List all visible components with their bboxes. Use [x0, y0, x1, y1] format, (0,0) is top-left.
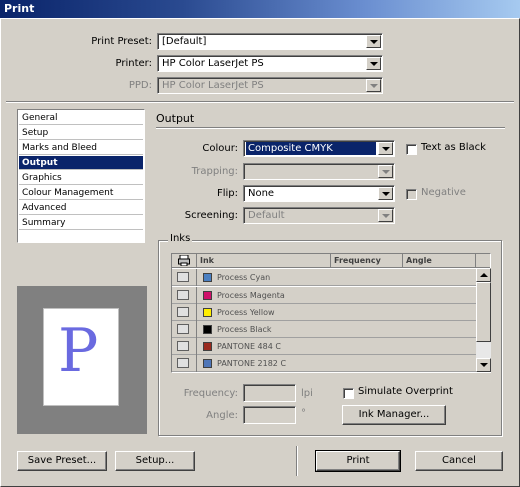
- printer-label: Printer:: [115, 58, 152, 69]
- printer-column-header: [172, 254, 197, 268]
- sidebar-item-graphics[interactable]: Graphics: [19, 171, 143, 185]
- preview-page: P: [43, 308, 119, 406]
- frequency-label: Frequency:: [183, 388, 238, 399]
- print-preset-value: [Default]: [162, 36, 207, 47]
- print-preset-label: Print Preset:: [91, 36, 152, 47]
- category-list[interactable]: General Setup Marks and Bleed Output Gra…: [17, 109, 145, 243]
- ink-row[interactable]: PANTONE 484 C: [172, 338, 476, 355]
- page-preview[interactable]: P: [17, 286, 147, 434]
- ppd-label: PPD:: [128, 80, 152, 91]
- screening-value: Default: [248, 210, 285, 221]
- screening-combo: Default: [243, 207, 395, 224]
- trapping-label: Trapping:: [191, 166, 238, 177]
- ink-swatch: [203, 325, 212, 334]
- ink-swatch: [203, 359, 212, 368]
- ink-row[interactable]: Process Yellow: [172, 304, 476, 321]
- ink-row[interactable]: Process Magenta: [172, 287, 476, 304]
- output-section-title: Output: [156, 112, 195, 125]
- printer-icon[interactable]: [177, 290, 189, 300]
- printer-icon[interactable]: [177, 341, 189, 351]
- scroll-up-icon[interactable]: [476, 268, 491, 282]
- footer-separator: [296, 446, 298, 476]
- ink-name: PANTONE 2182 C: [217, 359, 287, 368]
- chevron-down-icon[interactable]: [366, 35, 381, 48]
- printer-combo[interactable]: HP Color LaserJet PS: [157, 55, 383, 72]
- colour-combo[interactable]: Composite CMYK: [243, 140, 395, 157]
- printer-icon[interactable]: [177, 272, 189, 282]
- colour-label: Colour:: [202, 143, 238, 154]
- ink-swatch: [203, 291, 212, 300]
- text-as-black-label[interactable]: Text as Black: [421, 142, 486, 153]
- inks-table[interactable]: Ink Frequency Angle Process Cyan Process…: [171, 253, 491, 373]
- negative-checkbox: [406, 189, 417, 200]
- printer-icon[interactable]: [177, 324, 189, 334]
- colour-value: Composite CMYK: [246, 142, 376, 155]
- title-bar: Print: [0, 0, 520, 18]
- scroll-down-icon[interactable]: [476, 358, 491, 372]
- inks-table-header: Ink Frequency Angle: [172, 254, 490, 268]
- ink-column-header[interactable]: Ink: [197, 254, 331, 268]
- simulate-overprint-checkbox[interactable]: [343, 388, 354, 399]
- printer-icon[interactable]: [177, 307, 189, 317]
- sidebar-item-colour-management[interactable]: Colour Management: [19, 186, 143, 200]
- print-preset-combo[interactable]: [Default]: [157, 33, 383, 50]
- angle-column-header[interactable]: Angle: [403, 254, 476, 268]
- sidebar-item-advanced[interactable]: Advanced: [19, 201, 143, 215]
- ink-swatch: [203, 308, 212, 317]
- ink-name: Process Magenta: [217, 291, 285, 300]
- top-separator: [6, 101, 514, 103]
- chevron-down-icon: [378, 165, 393, 178]
- trapping-combo: [243, 163, 395, 180]
- ink-name: PANTONE 484 C: [217, 342, 281, 351]
- ink-manager-button[interactable]: Ink Manager...: [342, 405, 446, 425]
- flip-combo[interactable]: None: [243, 185, 395, 202]
- setup-button[interactable]: Setup...: [115, 451, 195, 471]
- frequency-column-header[interactable]: Frequency: [331, 254, 403, 268]
- chevron-down-icon[interactable]: [378, 142, 393, 155]
- flip-value: None: [248, 188, 275, 199]
- ppd-combo: HP Color LaserJet PS: [157, 77, 383, 94]
- sidebar-item-marks-and-bleed[interactable]: Marks and Bleed: [19, 141, 143, 155]
- inks-scrollbar[interactable]: [476, 268, 491, 372]
- text-as-black-checkbox[interactable]: [406, 144, 417, 155]
- angle-label: Angle:: [206, 410, 238, 421]
- ppd-value: HP Color LaserJet PS: [162, 80, 264, 91]
- ink-row[interactable]: Process Cyan: [172, 269, 476, 286]
- scroll-thumb[interactable]: [476, 282, 491, 342]
- save-preset-button[interactable]: Save Preset...: [17, 451, 107, 471]
- printer-icon[interactable]: [177, 358, 189, 368]
- simulate-overprint-label[interactable]: Simulate Overprint: [358, 386, 453, 397]
- printer-value: HP Color LaserJet PS: [162, 58, 264, 69]
- inks-group-title: Inks: [168, 233, 193, 244]
- chevron-down-icon: [366, 79, 381, 92]
- preview-letter: P: [58, 316, 99, 386]
- ink-name: Process Black: [217, 325, 272, 334]
- negative-label: Negative: [421, 187, 466, 198]
- output-separator: [156, 127, 505, 129]
- angle-input: [243, 406, 296, 424]
- ink-swatch: [203, 273, 212, 282]
- chevron-down-icon: [378, 209, 393, 222]
- sidebar-item-summary[interactable]: Summary: [19, 216, 143, 230]
- flip-label: Flip:: [216, 188, 238, 199]
- ink-name: Process Cyan: [217, 273, 271, 282]
- chevron-down-icon[interactable]: [378, 187, 393, 200]
- ink-swatch: [203, 342, 212, 351]
- angle-unit: °: [301, 408, 306, 419]
- ink-row[interactable]: Process Black: [172, 321, 476, 338]
- frequency-input: [243, 384, 296, 402]
- chevron-down-icon[interactable]: [366, 57, 381, 70]
- sidebar-item-output[interactable]: Output: [19, 156, 143, 170]
- frequency-unit: lpi: [301, 388, 313, 399]
- screening-label: Screening:: [184, 210, 238, 221]
- sidebar-item-general[interactable]: General: [19, 111, 143, 125]
- window-title: Print: [4, 2, 35, 15]
- ink-name: Process Yellow: [217, 308, 275, 317]
- cancel-button[interactable]: Cancel: [415, 451, 503, 471]
- sidebar-item-setup[interactable]: Setup: [19, 126, 143, 140]
- ink-row[interactable]: PANTONE 2182 C: [172, 355, 476, 372]
- printer-icon: [178, 255, 190, 266]
- trapping-value: [246, 165, 376, 178]
- print-button[interactable]: Print: [315, 450, 401, 472]
